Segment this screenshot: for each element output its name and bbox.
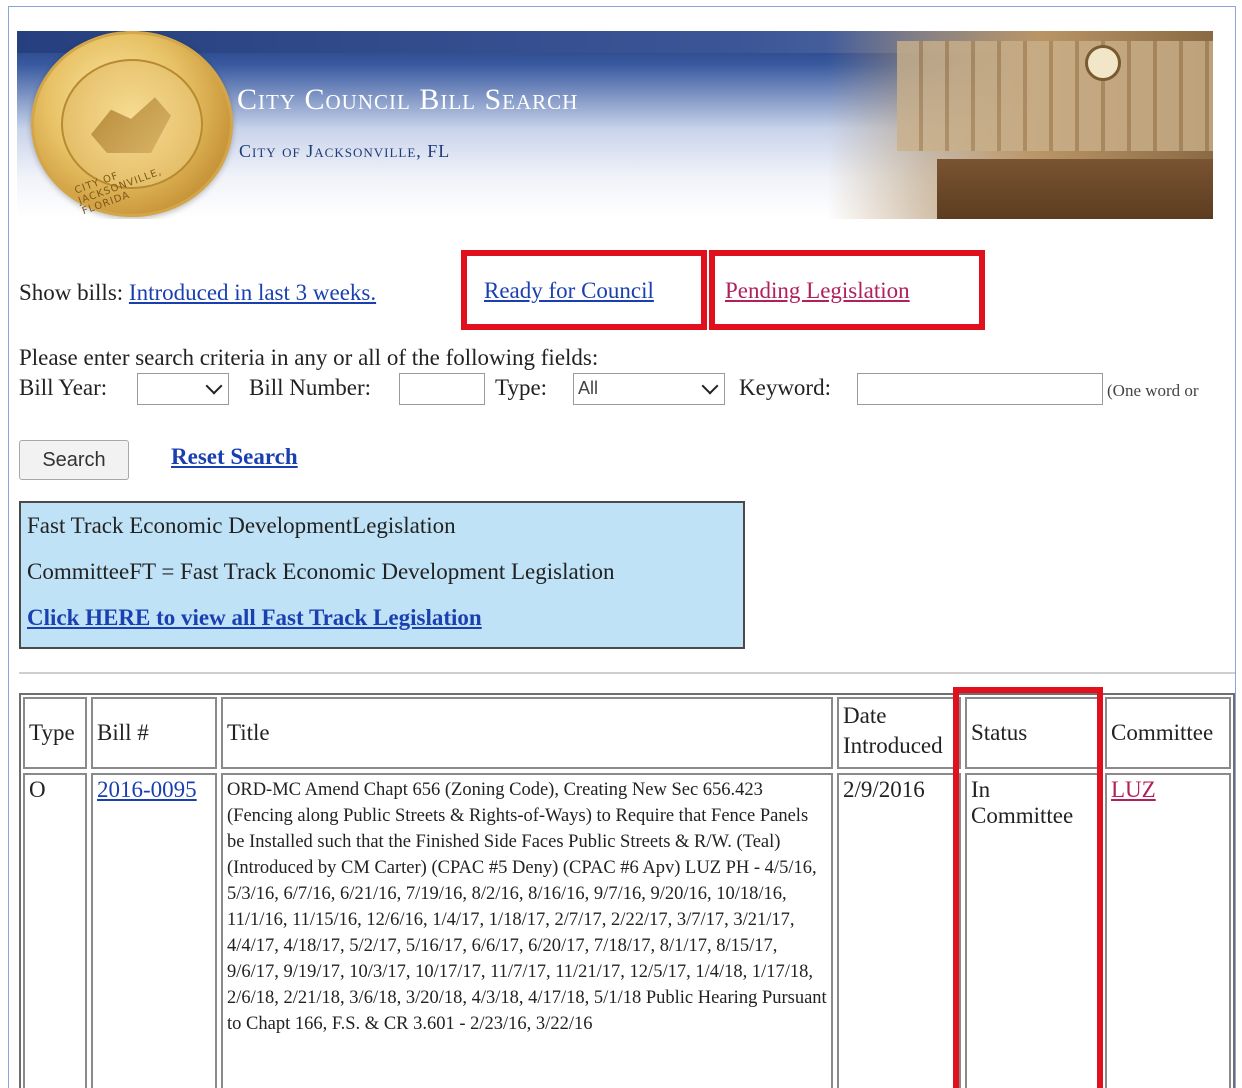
row-type-text: O (29, 777, 46, 802)
type-select[interactable]: All (573, 373, 725, 405)
row-date: 2/9/2016 (837, 773, 961, 1088)
row-committee: LUZ (1105, 773, 1231, 1088)
header-title-text: Title (227, 720, 270, 745)
city-seal-logo: CITY OF JACKSONVILLE, FLORIDA (31, 31, 233, 217)
header-bill-text: Bill # (97, 720, 149, 745)
results-table: Type Bill # Title Date Introduced Status… (19, 693, 1235, 1088)
row-status-line2: Committee (971, 803, 1074, 828)
row-bill: 2016-0095 (91, 773, 217, 1088)
pending-legislation-link[interactable]: Pending Legislation (725, 278, 910, 304)
row-title-text: ORD-MC Amend Chapt 656 (Zoning Code), Cr… (227, 780, 827, 1034)
chevron-down-icon (205, 377, 223, 395)
header-committee-text: Committee (1111, 720, 1214, 745)
bill-number-input[interactable] (399, 373, 485, 405)
header-bill: Bill # (91, 697, 217, 769)
keyword-label: Keyword: (739, 375, 831, 400)
header-date-introduced: Date Introduced (837, 697, 961, 769)
search-button[interactable]: Search (19, 440, 129, 480)
committee-link[interactable]: LUZ (1111, 777, 1156, 802)
banner-subtitle: City of Jacksonville, FL (239, 141, 451, 161)
type-label: Type: (495, 375, 548, 400)
fast-track-heading: Fast Track Economic DevelopmentLegislati… (27, 513, 456, 538)
reset-search-link[interactable]: Reset Search (171, 444, 298, 470)
header-status: Status (965, 697, 1101, 769)
banner-title: City Council Bill Search (237, 83, 579, 116)
header-date-line1: Date (843, 703, 887, 728)
divider (19, 672, 1235, 674)
header-date-line2: Introduced (843, 733, 943, 758)
row-status: In Committee (965, 773, 1101, 1088)
bill-year-label: Bill Year: (19, 375, 108, 400)
fast-track-definition: CommitteeFT = Fast Track Economic Develo… (27, 559, 615, 584)
show-bills-label: Show bills: (19, 280, 124, 305)
header-type-text: Type (29, 720, 75, 745)
show-bills-line: Show bills: Introduced in last 3 weeks. (19, 280, 376, 306)
page-frame: CITY OF JACKSONVILLE, FLORIDA City Counc… (8, 6, 1236, 1088)
introduced-last-3-weeks-link[interactable]: Introduced in last 3 weeks. (129, 280, 376, 305)
row-date-text: 2/9/2016 (843, 777, 925, 802)
bill-number-link[interactable]: 2016-0095 (97, 777, 197, 802)
clock-icon (1085, 45, 1121, 81)
row-type: O (23, 773, 87, 1088)
header-status-text: Status (971, 720, 1028, 745)
fast-track-link[interactable]: Click HERE to view all Fast Track Legisl… (27, 605, 482, 631)
chevron-down-icon (701, 377, 719, 395)
chamber-desk (937, 159, 1213, 219)
ready-for-council-link[interactable]: Ready for Council (484, 278, 654, 304)
type-select-value: All (578, 378, 599, 398)
keyword-hint: (One word or (1107, 381, 1199, 400)
header-title: Title (221, 697, 833, 769)
keyword-input[interactable] (857, 373, 1103, 405)
row-title: ORD-MC Amend Chapt 656 (Zoning Code), Cr… (221, 773, 833, 1088)
search-instructions: Please enter search criteria in any or a… (19, 345, 599, 370)
fast-track-box: Fast Track Economic DevelopmentLegislati… (19, 501, 745, 649)
chamber-panels (897, 41, 1213, 151)
header-type: Type (23, 697, 87, 769)
row-status-line1: In (971, 777, 991, 802)
site-banner: CITY OF JACKSONVILLE, FLORIDA City Counc… (17, 31, 1213, 219)
bill-number-label: Bill Number: (249, 375, 372, 400)
bill-year-select[interactable] (137, 373, 229, 405)
header-committee: Committee (1105, 697, 1231, 769)
